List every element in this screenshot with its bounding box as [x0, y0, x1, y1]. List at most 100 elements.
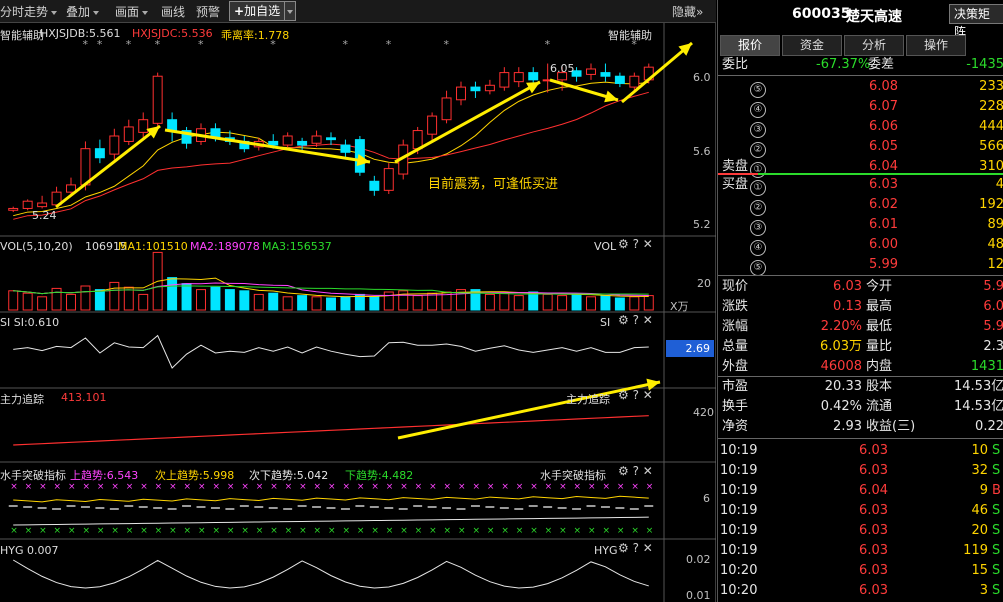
tab-operate[interactable]: 操作: [906, 35, 966, 56]
tab-fund[interactable]: 资金: [782, 35, 842, 56]
menu-timeshare[interactable]: 分时走势: [0, 3, 58, 20]
vol-name: VOL: [594, 240, 617, 253]
tab-analysis[interactable]: 分析: [844, 35, 904, 56]
tick-price: 6.03: [859, 543, 888, 558]
sell-volume: 233: [979, 79, 1003, 94]
quote-value: 5.9: [983, 279, 1003, 294]
gear-icon[interactable]: ⚙: [618, 464, 629, 478]
ss-down-marker: ×: [444, 526, 452, 536]
ss-label: 水手突破指标: [0, 469, 66, 482]
tick-price: 6.03: [859, 443, 888, 458]
sell-price: 6.08: [869, 79, 898, 94]
ss-down: 下趋势:4.482: [345, 469, 414, 482]
ss-down-marker: ×: [39, 526, 47, 536]
buy-price: 5.99: [869, 257, 898, 272]
sell-row[interactable]: ③ 6.06 444: [718, 117, 1003, 138]
gear-icon[interactable]: ⚙: [618, 541, 629, 555]
tick-row: 10:19 6.03 119 S: [718, 541, 1003, 561]
fund-row: 市盈 20.33 股本 14.53亿: [718, 377, 1003, 397]
ss-up-marker: ×: [256, 482, 264, 492]
kline-chart[interactable]: * * * * * * * * * * *×××××××××××××××××××××××××××××…: [0, 0, 716, 602]
quote-row: 涨跌 0.13 最高 6.0: [718, 297, 1003, 317]
close-icon[interactable]: ✕: [643, 237, 653, 251]
ss-down-marker: ×: [501, 526, 509, 536]
tick-price: 6.03: [859, 583, 888, 598]
close-icon[interactable]: ✕: [643, 541, 653, 555]
tick-side: B: [992, 483, 1001, 498]
sell-row[interactable]: ② 6.05 566: [718, 137, 1003, 158]
si-line: [13, 334, 649, 369]
ss-down-marker: ×: [256, 526, 264, 536]
ss-down-marker: ×: [82, 526, 90, 536]
candle-body: [80, 148, 91, 186]
ss-bar: [398, 508, 408, 510]
volume-bar: [571, 293, 582, 311]
buy-row[interactable]: ② 6.02 192: [718, 195, 1003, 216]
zl-line: [13, 415, 649, 446]
gear-icon[interactable]: ⚙: [618, 237, 629, 251]
buy-row[interactable]: ④ 6.00 48: [718, 235, 1003, 256]
tab-quote[interactable]: 报价: [720, 35, 780, 56]
ss-bar: [470, 505, 480, 507]
buy-row[interactable]: 买盘 ① 6.03 4: [718, 175, 1003, 196]
quote-row: 涨幅 2.20% 最低 5.9: [718, 317, 1003, 337]
star-marker: *: [444, 38, 450, 51]
ss-up-marker: ×: [227, 482, 235, 492]
ss-bar: [153, 507, 163, 509]
buy-volume: 48: [987, 237, 1003, 252]
ss-bar: [196, 506, 206, 508]
menu-screen[interactable]: 画面: [115, 3, 149, 20]
sell-row[interactable]: ⑤ 6.08 233: [718, 77, 1003, 98]
ss-bar: [225, 508, 235, 510]
gear-icon[interactable]: ⚙: [618, 388, 629, 402]
ss-bar: [138, 506, 148, 508]
volume-bar: [542, 293, 553, 311]
close-icon[interactable]: ✕: [643, 388, 653, 402]
tick-row: 10:19 6.03 20 S: [718, 521, 1003, 541]
volume-bar: [311, 296, 322, 311]
zl-value: 413.101: [61, 391, 107, 404]
quote-row: 总量 6.03万 量比 2.3: [718, 337, 1003, 357]
ss-up-marker: ×: [631, 482, 639, 492]
close-icon[interactable]: ✕: [643, 313, 653, 327]
y-tick-1: 6.0: [693, 71, 711, 84]
add-favorite-dropdown[interactable]: [284, 1, 296, 21]
tick-volume: 9: [979, 483, 988, 498]
candle-body: [109, 135, 120, 155]
help-icon[interactable]: ?: [633, 388, 639, 402]
volume-bar: [123, 286, 134, 311]
ss-up-marker: ×: [429, 482, 437, 492]
ss-up-marker: ×: [545, 482, 553, 492]
ss-bar: [23, 506, 33, 508]
buy-row[interactable]: ⑤ 5.99 12: [718, 255, 1003, 276]
menu-drawline[interactable]: 画线: [161, 3, 185, 20]
buy-row[interactable]: ③ 6.01 89: [718, 215, 1003, 236]
ss-up: 上趋势:6.543: [70, 469, 139, 482]
divider: [718, 275, 1003, 276]
webi-label: 委比: [722, 57, 749, 72]
ss-down-marker: ×: [415, 526, 423, 536]
add-favorite-button[interactable]: +加自选: [229, 1, 286, 21]
help-icon[interactable]: ?: [633, 237, 639, 251]
candle-body: [412, 130, 423, 150]
hide-button[interactable]: 隐藏»: [672, 3, 703, 20]
ss-up-marker: ×: [588, 482, 596, 492]
volume-bar: [66, 293, 76, 311]
decision-matrix-button[interactable]: 决策矩阵: [949, 4, 1003, 39]
close-icon[interactable]: ✕: [643, 464, 653, 478]
menu-overlay[interactable]: 叠加: [66, 3, 100, 20]
ss-up-marker: ×: [212, 482, 220, 492]
candle-body: [427, 115, 438, 135]
ss-down-marker: ×: [314, 526, 322, 536]
ss-bar: [66, 505, 76, 507]
gear-icon[interactable]: ⚙: [618, 313, 629, 327]
buy-price: 6.00: [869, 237, 898, 252]
help-icon[interactable]: ?: [633, 313, 639, 327]
help-icon[interactable]: ?: [633, 541, 639, 555]
sell-row[interactable]: ④ 6.07 228: [718, 97, 1003, 118]
help-icon[interactable]: ?: [633, 464, 639, 478]
level-badge: ⑤: [750, 260, 766, 276]
ss-down-marker: ×: [227, 526, 235, 536]
menu-alert[interactable]: 预警: [196, 3, 220, 20]
quote-value: 2.20%: [820, 319, 862, 334]
